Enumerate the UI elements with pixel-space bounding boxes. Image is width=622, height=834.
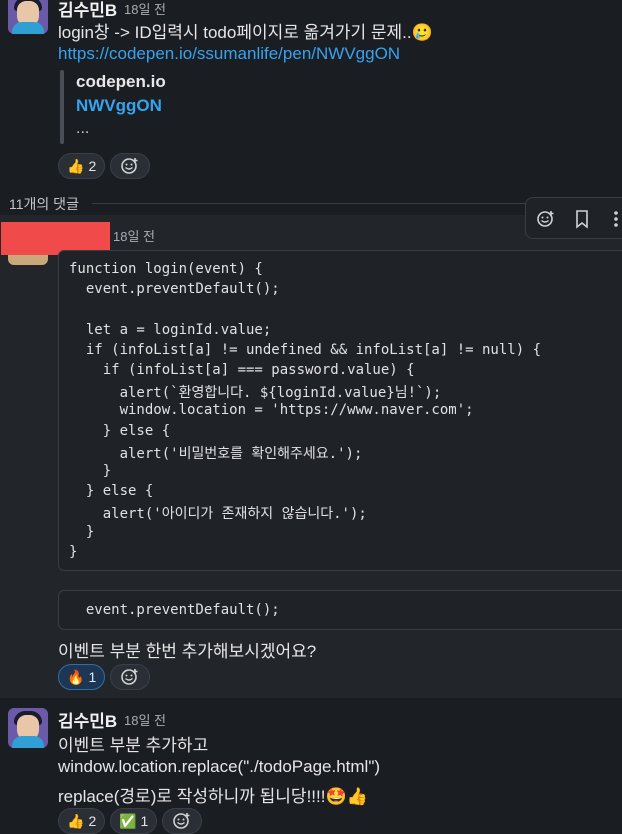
- code-line: alert('아이디가 존재하지 않습니다.');: [69, 506, 367, 523]
- code-block-small: event.preventDefault();: [58, 590, 622, 630]
- reaction-count: 2: [88, 158, 97, 174]
- timestamp[interactable]: 18일 전: [113, 226, 155, 245]
- code-line: }: [69, 543, 78, 560]
- code-line: alert(`환영합니다. ${loginId.value}님!`);: [69, 385, 442, 402]
- message-actions-toolbar: [525, 197, 622, 239]
- preview-title[interactable]: NWVggON: [76, 96, 162, 116]
- thumbs-up-icon: 👍: [67, 157, 85, 174]
- avatar[interactable]: [8, 0, 48, 34]
- code-block: function login(event) { event.preventDef…: [58, 250, 622, 571]
- preview-site: codepen.io: [76, 72, 166, 91]
- code-line: event.preventDefault();: [69, 602, 280, 618]
- check-icon: ✅: [119, 812, 137, 829]
- code-line: } else {: [69, 483, 154, 500]
- codepen-link[interactable]: https://codepen.io/ssumanlife/pen/NWVggO…: [58, 44, 400, 64]
- code-line: if (infoList[a] != undefined && infoList…: [69, 341, 542, 358]
- author-name[interactable]: 김수민B: [58, 707, 117, 732]
- add-reaction-button[interactable]: [162, 808, 202, 834]
- message-text: login창 -> ID입력시 todo페이지로 옮겨가기 문제..🥲: [58, 23, 433, 42]
- code-line: }: [69, 463, 112, 479]
- code-line: }: [69, 523, 95, 540]
- reaction-count: 1: [140, 813, 149, 829]
- preview-desc: ...: [76, 120, 90, 137]
- add-emoji-icon: [121, 669, 138, 685]
- add-emoji-icon[interactable]: [536, 209, 556, 229]
- avatar[interactable]: [8, 708, 48, 748]
- reaction-count: 2: [88, 813, 97, 829]
- message-line: replace(경로)로 작성하니까 됩니당!!!!🤩👍: [58, 787, 368, 806]
- avatar-body: [12, 22, 44, 34]
- reaction-fire[interactable]: 🔥 1: [58, 664, 106, 690]
- timestamp[interactable]: 18일 전: [124, 710, 166, 729]
- avatar-body: [12, 736, 44, 748]
- code-line: } else {: [69, 422, 171, 439]
- fire-icon: 🔥: [67, 668, 85, 685]
- reaction-check[interactable]: ✅ 1: [110, 808, 158, 834]
- reaction-count: 1: [88, 669, 97, 685]
- thumbs-up-icon: 👍: [67, 812, 85, 829]
- code-line: let a = loginId.value;: [69, 321, 272, 338]
- add-emoji-icon: [173, 813, 190, 829]
- code-line: event.preventDefault();: [69, 281, 280, 298]
- message-text: 이벤트 부분 한번 추가해보시겠어요?: [58, 642, 317, 661]
- timestamp[interactable]: 18일 전: [124, 0, 166, 18]
- code-line: alert('비밀번호를 확인해주세요.');: [69, 445, 363, 462]
- message-line: 이벤트 부분 추가하고: [58, 736, 209, 755]
- reaction-thumbs-up[interactable]: 👍 2: [58, 808, 106, 834]
- code-line: function login(event) {: [69, 261, 263, 277]
- add-reaction-button[interactable]: [110, 153, 150, 179]
- add-reaction-button[interactable]: [110, 664, 150, 690]
- preview-bar: [60, 70, 64, 144]
- code-line: window.location = 'https://www.naver.com…: [69, 402, 474, 419]
- code-line: if (infoList[a] === password.value) {: [69, 362, 415, 378]
- add-emoji-icon: [121, 158, 138, 174]
- more-actions-icon[interactable]: [612, 209, 620, 229]
- message-line: window.location.replace("./todoPage.html…: [58, 757, 381, 776]
- bookmark-icon[interactable]: [574, 209, 590, 229]
- reaction-thumbs-up[interactable]: 👍 2: [58, 153, 106, 179]
- reply-count[interactable]: 11개의 댓글: [9, 194, 79, 214]
